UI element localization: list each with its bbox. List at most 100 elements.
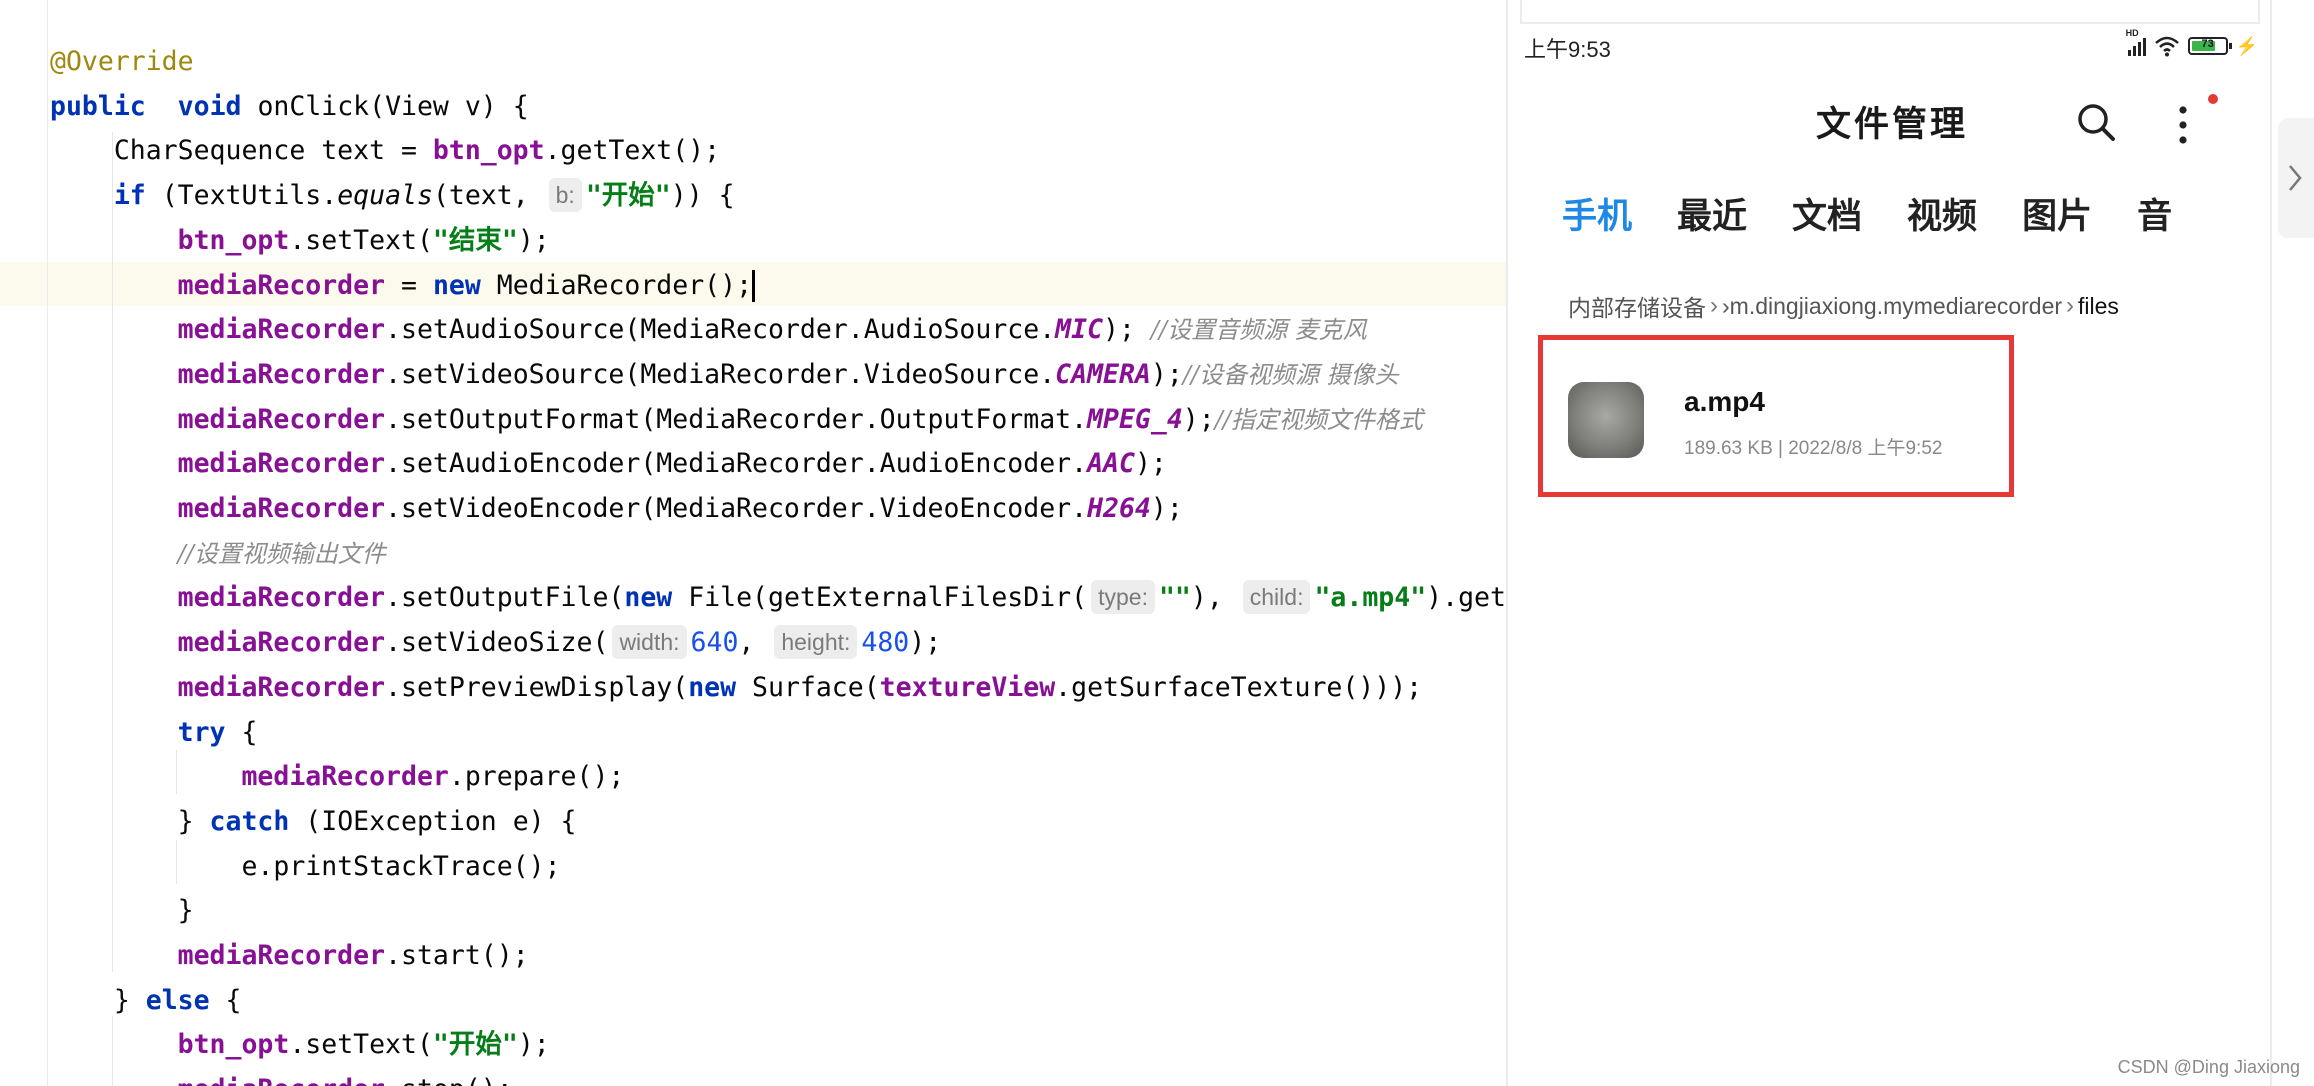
tab-5[interactable]: 音	[2137, 188, 2172, 239]
code-token: "a.mp4"	[1314, 582, 1427, 614]
code-line[interactable]: //设置视频输出文件	[50, 532, 386, 576]
code-line[interactable]: mediaRecorder.setOutputFile(new File(get…	[50, 576, 1508, 620]
code-token: //设备视频源 摄像头	[1182, 360, 1399, 389]
video-thumbnail[interactable]	[1568, 382, 1644, 458]
tab-1[interactable]: 最近	[1677, 188, 1747, 239]
code-line[interactable]: try {	[50, 711, 258, 755]
watermark: CSDN @Ding Jiaxiong	[2117, 1057, 2300, 1077]
code-token: .setPreviewDisplay(	[385, 671, 689, 703]
code-token: MIC	[1055, 314, 1104, 346]
code-token: onClick(View v) {	[241, 90, 529, 122]
tab-4[interactable]: 图片	[2022, 188, 2092, 239]
code-token: catch	[209, 805, 290, 837]
text-caret	[752, 270, 756, 302]
code-token: (TextUtils.	[145, 180, 338, 212]
code-token: );	[1150, 358, 1183, 390]
status-time: 上午9:53	[1524, 37, 1611, 62]
charging-icon: ⚡	[2235, 35, 2258, 56]
code-line[interactable]: mediaRecorder.setPreviewDisplay(new Surf…	[50, 666, 1422, 710]
code-token: File(getExternalFilesDir(	[672, 582, 1088, 614]
code-line[interactable]: if (TextUtils.equals(text, b: "开始")) {	[50, 174, 735, 218]
code-token: );	[909, 627, 942, 659]
code-line[interactable]: btn_opt.setText("开始");	[50, 1023, 550, 1067]
code-line[interactable]: mediaRecorder.setAudioEncoder(MediaRecor…	[50, 442, 1167, 486]
code-line[interactable]: } catch (IOException e) {	[50, 800, 577, 844]
code-token: CAMERA	[1055, 358, 1151, 390]
code-token: btn_opt	[432, 135, 545, 167]
more-vertical-icon[interactable]	[2168, 100, 2198, 150]
parameter-hint: b:	[548, 177, 582, 212]
code-token: ,	[738, 627, 771, 659]
code-token: .getSurfaceTexture()));	[1055, 671, 1423, 703]
code-line[interactable]: mediaRecorder.setVideoSize(width: 640, he…	[50, 621, 941, 665]
code-line[interactable]: public void onClick(View v) {	[50, 85, 529, 129]
file-name[interactable]: a.mp4	[1684, 386, 1765, 418]
code-line[interactable]: mediaRecorder.start();	[50, 934, 529, 978]
code-token: );	[1134, 448, 1167, 480]
notification-dot	[2208, 94, 2218, 104]
code-line[interactable]: mediaRecorder.setVideoSource(MediaRecord…	[50, 353, 1399, 397]
tab-2[interactable]: 文档	[1792, 188, 1862, 239]
code-token: btn_opt	[177, 224, 290, 256]
breadcrumb-current[interactable]: files	[2078, 293, 2119, 320]
code-line[interactable]: @Override	[50, 40, 194, 84]
tab-3[interactable]: 视频	[1907, 188, 1977, 239]
breadcrumb-root[interactable]: 内部存储设备	[1568, 289, 1706, 323]
code-token: );	[1103, 314, 1151, 346]
code-line[interactable]: mediaRecorder.setVideoEncoder(MediaRecor…	[50, 487, 1183, 531]
code-line[interactable]: } else {	[50, 979, 242, 1023]
code-token: );	[517, 1029, 550, 1061]
code-line[interactable]: e.printStackTrace();	[50, 845, 560, 889]
code-token: 480	[861, 627, 910, 659]
code-line[interactable]: mediaRecorder.setOutputFormat(MediaRecor…	[50, 398, 1423, 442]
code-line[interactable]: mediaRecorder.prepare();	[50, 755, 624, 799]
code-token: try	[177, 716, 226, 748]
code-token: mediaRecorder	[241, 761, 449, 793]
code-line[interactable]: CharSequence text = btn_opt.getText();	[50, 129, 720, 173]
code-token: .setVideoSource(MediaRecorder.VideoSourc…	[385, 358, 1056, 390]
code-token: mediaRecorder	[177, 671, 386, 703]
code-line[interactable]: }	[50, 889, 194, 933]
code-token: MediaRecorder();	[480, 269, 753, 301]
code-token: mediaRecorder	[177, 627, 386, 659]
code-token: );	[517, 224, 550, 256]
hd-label: HD	[2125, 28, 2139, 38]
code-token: "开始"	[432, 1029, 518, 1061]
parameter-hint: height:	[774, 624, 858, 659]
code-token: equals	[337, 180, 433, 212]
breadcrumb-package[interactable]: ›m.dingjiaxiong.mymediarecorder	[1722, 293, 2062, 320]
code-token: .setText(	[289, 1029, 433, 1061]
code-token: MPEG_4	[1087, 403, 1183, 435]
chevron-right-icon	[2289, 165, 2302, 191]
file-meta: 189.63 KB | 2022/8/8 上午9:52	[1684, 438, 1943, 459]
tab-0[interactable]: 手机	[1562, 188, 1632, 239]
code-line[interactable]: mediaRecorder.stop();	[50, 1068, 513, 1086]
code-line[interactable]: mediaRecorder.setAudioSource(MediaRecord…	[50, 308, 1367, 352]
code-token: mediaRecorder	[177, 358, 386, 390]
search-icon[interactable]	[2074, 100, 2118, 144]
code-token: void	[177, 90, 242, 122]
code-line[interactable]: mediaRecorder = new MediaRecorder();	[50, 264, 756, 308]
code-token: =	[385, 269, 433, 301]
code-token: new	[688, 671, 737, 703]
code-editor[interactable]: @Override public void onClick(View v) { C…	[0, 0, 1508, 1086]
code-line[interactable]: btn_opt.setText("结束");	[50, 219, 550, 263]
code-token: .setVideoSize(	[385, 627, 609, 659]
code-token: .prepare();	[448, 761, 625, 793]
code-token: if	[113, 180, 146, 212]
code-token: ).getAbsolutePath());	[1426, 582, 1508, 614]
code-token: //设置视频输出文件	[177, 539, 386, 568]
code-token: .setVideoEncoder(MediaRecorder.VideoEnco…	[385, 493, 1088, 524]
code-token: .start();	[385, 940, 529, 971]
code-token: }	[50, 984, 146, 1016]
code-token: mediaRecorder	[177, 403, 386, 435]
gutter-divider	[47, 0, 48, 1086]
side-panel-handle[interactable]	[2278, 118, 2314, 238]
